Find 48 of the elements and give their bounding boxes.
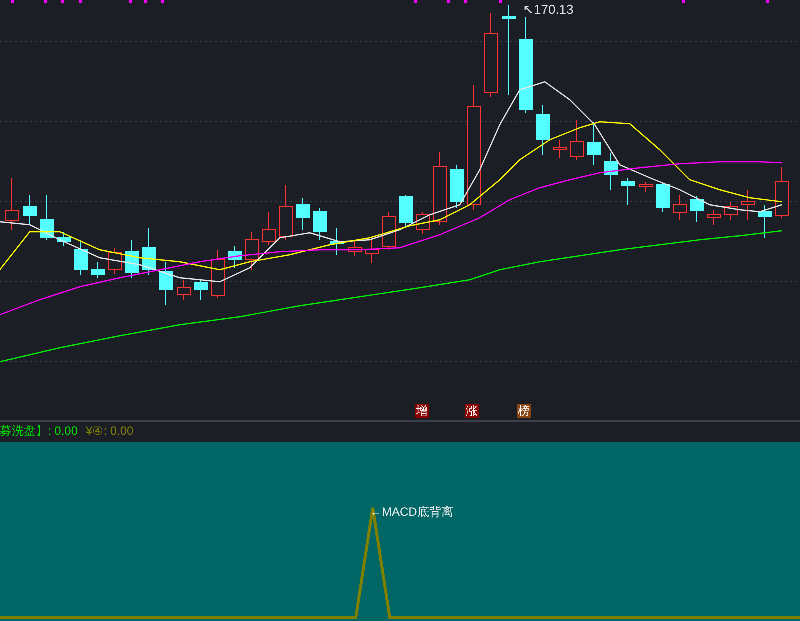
candlestick [758,204,772,238]
candlestick [741,190,755,220]
candlestick [570,120,584,160]
indicator-legend-value: ¥④: 0.00 [86,423,134,440]
candlestick [587,122,601,166]
candlestick [707,210,721,226]
high-price-label: ↖170.13 [523,1,574,19]
candlestick [57,232,71,246]
candlestick [399,194,413,226]
candlestick [330,228,344,256]
candlestick [23,194,37,226]
candlestick [40,194,54,240]
candlestick [245,232,259,270]
candlestick [262,212,276,246]
candlestick [125,240,139,278]
candlestick [5,178,19,230]
candlestick [639,182,653,192]
candlestick [690,196,704,222]
candlestick [74,240,88,276]
candlestick [382,212,396,250]
candlestick [296,198,310,230]
marker-badge: 涨 [465,404,479,418]
candlestick [91,262,105,278]
candlestick [536,104,550,156]
candlestick [177,280,191,300]
indicator-legend-value: 募洗盘】: 0.00 [0,423,78,440]
candlestick [211,250,225,298]
candlestick [228,246,242,268]
candlestick [656,182,670,212]
candlestick [279,184,293,240]
marker-badge: 榜 [517,404,531,418]
candlestick [775,166,789,218]
candlestick [450,164,464,208]
candlestick [416,212,430,234]
candlestick [194,280,208,300]
marker-badge: 增 [415,404,429,418]
candlestick [365,240,379,264]
candlestick [621,178,635,206]
candlestick [673,194,687,220]
signal-label: ←MACD底背离 [370,504,454,521]
candlestick [142,228,156,276]
candlestick [724,202,738,220]
candlestick [604,152,618,190]
candlestick [313,208,327,240]
candlestick [159,262,173,306]
candlestick [553,140,567,158]
candlestick [108,248,122,274]
candlestick [348,240,362,256]
